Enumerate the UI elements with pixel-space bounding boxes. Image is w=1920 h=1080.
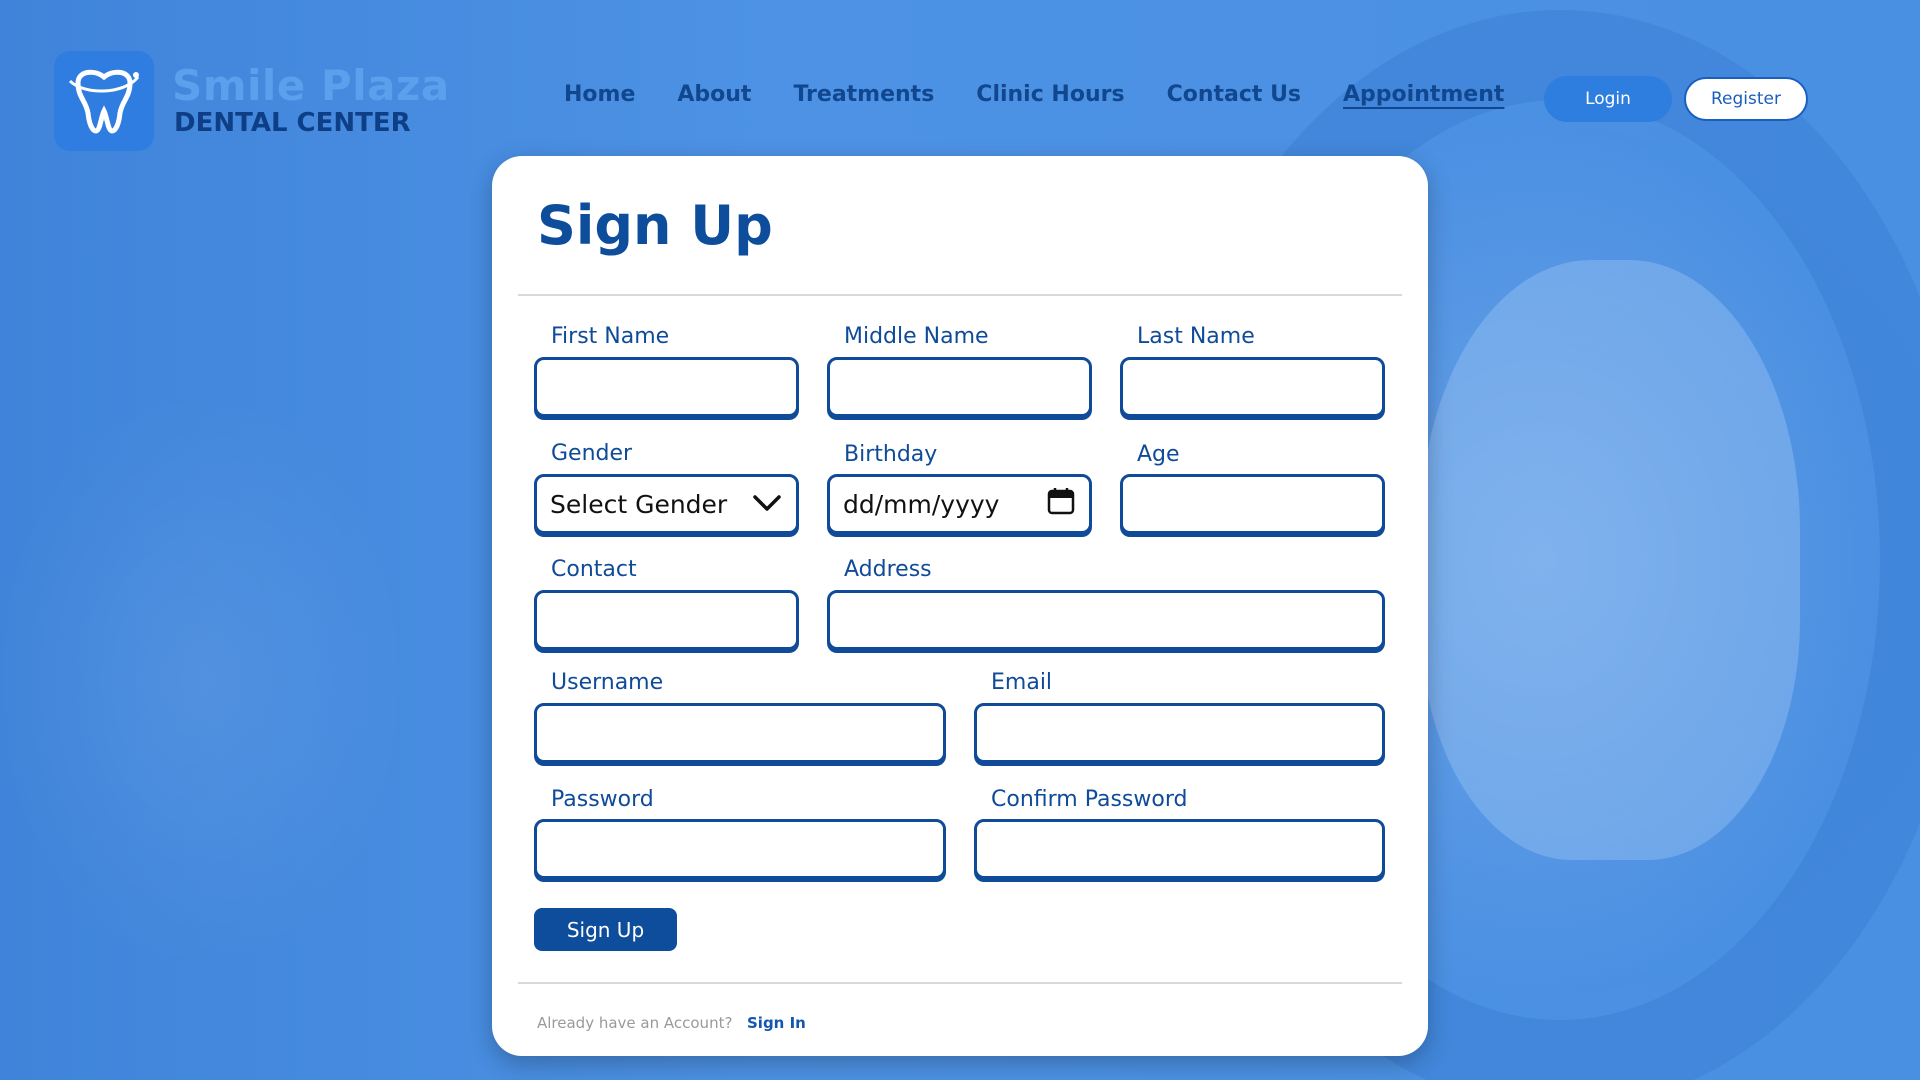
middle-name-label: Middle Name [844,324,989,349]
nav-contact-us[interactable]: Contact Us [1167,82,1301,107]
middle-name-input[interactable] [827,357,1092,417]
birthday-input[interactable]: dd/mm/yyyy [827,474,1092,534]
password-input[interactable] [534,819,946,879]
first-name-label: First Name [551,324,670,349]
signup-card: Sign Up First Name Middle Name Last Name… [492,156,1428,1056]
confirm-password-input[interactable] [974,819,1385,879]
username-label: Username [551,670,664,695]
address-label: Address [844,557,932,582]
age-label: Age [1137,442,1180,467]
brand-subtitle: DENTAL CENTER [174,108,411,138]
nav-appointment[interactable]: Appointment [1343,82,1504,107]
sign-in-link[interactable]: Sign In [747,1014,806,1032]
contact-label: Contact [551,557,637,582]
contact-input[interactable] [534,590,799,650]
already-have-account-text: Already have an Account? [537,1014,733,1032]
title-divider [518,294,1402,296]
gender-selected-value: Select Gender [550,489,728,519]
login-button[interactable]: Login [1544,76,1672,122]
confirm-password-label: Confirm Password [991,787,1188,812]
birthday-label: Birthday [844,442,938,467]
page-title: Sign Up [537,194,773,257]
background-clinic-photo [0,160,500,1080]
brand-logo[interactable]: Smile Plaza DENTAL CENTER [54,51,450,151]
nav-about[interactable]: About [677,82,751,107]
email-input[interactable] [974,703,1385,763]
email-label: Email [991,670,1053,695]
footer-divider [518,982,1402,984]
birthday-placeholder: dd/mm/yyyy [843,489,1000,519]
tooth-icon [54,51,154,151]
nav-home[interactable]: Home [564,82,635,107]
main-nav: Home About Treatments Clinic Hours Conta… [564,82,1546,107]
age-input[interactable] [1120,474,1385,534]
last-name-input[interactable] [1120,357,1385,417]
register-button[interactable]: Register [1684,77,1808,121]
last-name-label: Last Name [1137,324,1255,349]
background-tooth-watermark [1420,260,1800,860]
address-input[interactable] [827,590,1385,650]
first-name-input[interactable] [534,357,799,417]
calendar-icon[interactable] [1047,487,1075,521]
username-input[interactable] [534,703,946,763]
nav-clinic-hours[interactable]: Clinic Hours [976,82,1124,107]
gender-select[interactable]: Select Gender [534,474,799,534]
password-label: Password [551,787,654,812]
chevron-down-icon [752,490,782,519]
gender-label: Gender [551,441,633,466]
brand-name: Smile Plaza [172,61,450,110]
nav-treatments[interactable]: Treatments [793,82,934,107]
sign-up-button[interactable]: Sign Up [534,908,677,951]
